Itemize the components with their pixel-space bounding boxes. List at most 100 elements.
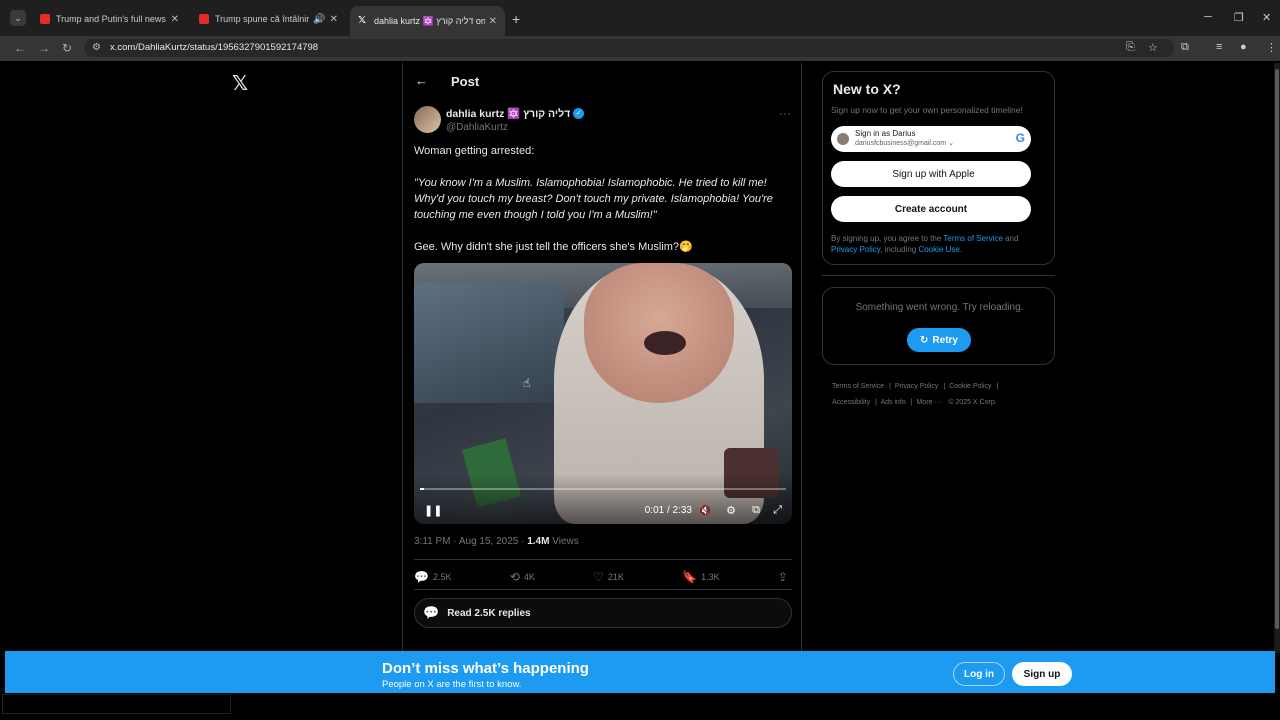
error-message: Something went wrong. Try reloading. bbox=[855, 302, 1024, 313]
apple-signup-button[interactable]: Sign up with Apple bbox=[831, 161, 1031, 187]
repost-icon: ⟲ bbox=[509, 570, 520, 584]
reply-icon: 💬 bbox=[414, 570, 429, 584]
media-icon[interactable]: ≡ bbox=[1216, 41, 1222, 53]
close-icon[interactable]: ✕ bbox=[330, 14, 338, 25]
reply-button[interactable]: 💬 2.5K bbox=[414, 570, 451, 584]
settings-gear-icon[interactable]: ⚙ bbox=[726, 504, 736, 517]
share-button[interactable]: ⇪ bbox=[778, 570, 792, 584]
google-signin-email: dariusfcbusiness@gmail.com ⌄ bbox=[855, 140, 954, 147]
refresh-icon: ↻ bbox=[920, 334, 929, 346]
retry-label: Retry bbox=[932, 334, 958, 346]
bookmark-star-icon[interactable]: ☆ bbox=[1148, 41, 1158, 54]
close-icon[interactable]: ✕ bbox=[489, 16, 497, 27]
tab-3-active[interactable]: 𝕏 dahlia kurtz 🔯 דליה קורץ on X ✕ bbox=[350, 6, 505, 36]
window-close-icon[interactable]: ✕ bbox=[1262, 11, 1271, 24]
author-handle[interactable]: @DahliaKurtz bbox=[446, 122, 508, 133]
tab-title: dahlia kurtz 🔯 דליה קורץ on X bbox=[374, 15, 485, 26]
new-to-x-subtitle: Sign up now to get your own personalized… bbox=[831, 105, 1023, 115]
forward-icon[interactable]: → bbox=[38, 41, 50, 55]
heart-icon: ♡ bbox=[593, 570, 604, 584]
back-icon[interactable]: ← bbox=[14, 41, 26, 55]
extensions-icon[interactable]: ⧉ bbox=[1181, 41, 1189, 54]
tab-title: Trump and Putin's full news con bbox=[56, 14, 167, 24]
post-timestamp[interactable]: 3:11 PM · Aug 15, 2025 · bbox=[414, 536, 527, 547]
tab-search-icon[interactable]: ⌄ bbox=[10, 10, 26, 26]
terms-link[interactable]: Terms of Service bbox=[943, 234, 1003, 243]
scrollbar-thumb[interactable] bbox=[1275, 69, 1279, 629]
fullscreen-icon[interactable]: ⤢ bbox=[773, 504, 782, 517]
divider bbox=[414, 589, 792, 590]
scrollbar[interactable] bbox=[1274, 63, 1280, 653]
back-arrow-icon[interactable]: ← bbox=[415, 73, 428, 88]
x-favicon-icon: 𝕏 bbox=[358, 15, 367, 26]
repost-button[interactable]: ⟲ 4K bbox=[510, 570, 535, 584]
repost-count: 4K bbox=[523, 572, 535, 582]
url-field[interactable]: ⚙ x.com/DahliaKurtz/status/1956327901592… bbox=[84, 39, 1174, 57]
google-email-text: dariusfcbusiness@gmail.com bbox=[855, 140, 947, 147]
mute-icon[interactable]: 🔇 bbox=[698, 504, 712, 517]
error-card: Something went wrong. Try reloading. ↻ Re… bbox=[822, 287, 1055, 365]
author-name[interactable]: dahlia kurtz 🔯 דליה קורץ ✓ bbox=[446, 107, 585, 120]
hand-cursor-icon: ☝ bbox=[523, 376, 531, 390]
youtube-icon bbox=[199, 14, 209, 24]
more-options-icon[interactable]: ··· bbox=[779, 106, 791, 120]
signup-banner: Don’t miss what’s happening People on X … bbox=[5, 651, 1275, 693]
reply-bubble-icon: 💬 bbox=[423, 605, 440, 620]
legal-and: and bbox=[1002, 234, 1019, 243]
pause-icon[interactable]: ❚❚ bbox=[424, 504, 442, 517]
video-frame-mouth bbox=[644, 331, 686, 355]
restore-icon[interactable]: ❐ bbox=[1234, 11, 1244, 24]
privacy-link[interactable]: Privacy Policy bbox=[831, 245, 880, 254]
read-replies-label: Read 2.5K replies bbox=[447, 607, 531, 619]
video-progress-bar[interactable] bbox=[420, 488, 786, 490]
new-to-x-card: New to X? Sign up now to get your own pe… bbox=[822, 71, 1055, 265]
footer-more[interactable]: More ··· bbox=[916, 399, 941, 406]
footer-terms[interactable]: Terms of Service bbox=[832, 383, 884, 390]
tab-2[interactable]: Trump spune că întâlnirea cu 🔊 ✕ bbox=[191, 6, 346, 32]
google-signin-button[interactable]: Sign in as Darius dariusfcbusiness@gmail… bbox=[831, 126, 1031, 152]
tweet-text-quote: "You know I'm a Muslim. Islamophobia! Is… bbox=[414, 177, 773, 221]
create-account-button[interactable]: Create account bbox=[831, 196, 1031, 222]
author-name-text: dahlia kurtz 🔯 דליה קורץ bbox=[446, 108, 571, 120]
read-replies-button[interactable]: 💬 Read 2.5K replies bbox=[414, 598, 792, 628]
new-tab-icon[interactable]: + bbox=[512, 11, 520, 27]
footer-privacy[interactable]: Privacy Policy bbox=[895, 383, 939, 390]
retry-button[interactable]: ↻ Retry bbox=[907, 328, 971, 352]
footer-accessibility[interactable]: Accessibility bbox=[832, 399, 870, 406]
menu-icon[interactable]: ⋮ bbox=[1266, 41, 1277, 54]
pip-icon[interactable]: ⧉ bbox=[752, 504, 760, 517]
x-logo-icon[interactable]: 𝕏 bbox=[232, 71, 248, 96]
action-bar: 💬 2.5K ⟲ 4K ♡ 21K 🔖 1.3K ⇪ bbox=[414, 570, 792, 584]
site-info-icon[interactable]: ⚙ bbox=[92, 42, 101, 53]
youtube-icon bbox=[40, 14, 50, 24]
close-icon[interactable]: ✕ bbox=[171, 14, 179, 25]
google-signin-name: Sign in as Darius bbox=[855, 129, 916, 138]
google-account-avatar bbox=[837, 133, 849, 145]
avatar[interactable] bbox=[414, 106, 441, 133]
banner-title: Don’t miss what’s happening bbox=[382, 660, 589, 677]
signup-button[interactable]: Sign up bbox=[1012, 662, 1072, 686]
bookmark-icon: 🔖 bbox=[682, 570, 698, 584]
video-player[interactable]: ❚❚ 0:01 / 2:33 🔇 ⚙ ⧉ ⤢ bbox=[414, 263, 792, 524]
install-icon[interactable]: ⎘ bbox=[1126, 41, 1135, 54]
bookmark-count: 1.3K bbox=[701, 572, 720, 582]
login-button[interactable]: Log in bbox=[953, 662, 1005, 686]
profile-icon[interactable]: ● bbox=[1240, 41, 1247, 53]
reply-count: 2.5K bbox=[432, 572, 452, 582]
banner-subtitle: People on X are the first to know. bbox=[382, 679, 522, 690]
like-count: 21K bbox=[607, 572, 624, 582]
like-button[interactable]: ♡ 21K bbox=[593, 570, 624, 584]
cookie-link[interactable]: Cookie Use. bbox=[918, 245, 962, 254]
bookmark-button[interactable]: 🔖 1.3K bbox=[682, 570, 719, 584]
footer-cookie[interactable]: Cookie Policy bbox=[949, 383, 991, 390]
tab-1[interactable]: Trump and Putin's full news con ✕ bbox=[32, 6, 187, 32]
legal-including: , including bbox=[880, 245, 919, 254]
create-account-label: Create account bbox=[894, 203, 968, 215]
new-to-x-title: New to X? bbox=[833, 81, 901, 97]
footer-ads-info[interactable]: Ads info bbox=[880, 399, 905, 406]
reload-icon[interactable]: ↻ bbox=[62, 41, 72, 55]
bottom-strip bbox=[0, 693, 1280, 720]
apple-signup-label: Sign up with Apple bbox=[892, 168, 975, 180]
minimize-icon[interactable]: ─ bbox=[1204, 11, 1212, 23]
audio-icon[interactable]: 🔊 bbox=[313, 14, 325, 25]
